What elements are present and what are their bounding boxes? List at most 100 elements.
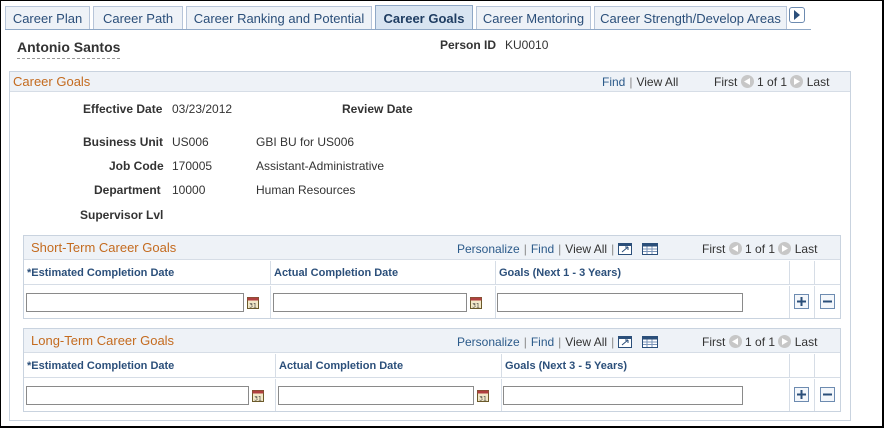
row-counter: 1 of 1 [745, 335, 776, 349]
svg-text:31: 31 [472, 303, 480, 310]
career-goals-header: Career Goals Find | View All First 1 of 1 … [10, 72, 850, 92]
estimated-completion-date-input[interactable] [26, 293, 244, 312]
tab-scroll-right-button[interactable] [789, 7, 805, 23]
tab-career-mentoring[interactable]: Career Mentoring [476, 6, 591, 29]
download-spreadsheet-icon[interactable] [641, 243, 658, 258]
last-label[interactable]: Last [795, 242, 818, 256]
job-code-label: Job Code [109, 159, 164, 173]
business-unit-code: US006 [172, 135, 209, 149]
svg-text:31: 31 [254, 396, 262, 403]
next-arrow-icon[interactable] [778, 242, 792, 255]
col-estimated-completion-date[interactable]: *Estimated Completion Date [24, 261, 271, 285]
previous-arrow-icon[interactable] [728, 335, 742, 348]
zoom-grid-icon[interactable] [618, 336, 633, 351]
goals-input[interactable] [503, 386, 743, 405]
long-term-grid: Long-Term Career Goals Personalize | Find |… [23, 328, 841, 412]
first-label[interactable]: First [714, 75, 737, 89]
previous-arrow-icon[interactable] [740, 75, 754, 88]
personalize-link[interactable]: Personalize [457, 335, 520, 349]
next-arrow-icon[interactable] [778, 335, 792, 348]
download-spreadsheet-icon[interactable] [641, 336, 658, 351]
col-delete [815, 354, 840, 378]
business-unit-desc: GBI BU for US006 [256, 135, 355, 149]
previous-arrow-icon[interactable] [728, 242, 742, 255]
tab-career-strength[interactable]: Career Strength/Develop Areas [594, 6, 787, 29]
svg-text:31: 31 [479, 396, 487, 403]
col-estimated-completion-date[interactable]: *Estimated Completion Date [24, 354, 276, 378]
review-date-label: Review Date [342, 102, 413, 116]
goals-input[interactable] [497, 293, 743, 312]
find-link[interactable]: Find [531, 242, 554, 256]
long-term-title: Long-Term Career Goals [31, 333, 175, 348]
effective-date-label: Effective Date [83, 102, 163, 116]
supervisor-lvl-label: Supervisor Lvl [80, 208, 164, 222]
career-goals-title: Career Goals [13, 74, 91, 89]
delete-row-icon [823, 300, 832, 303]
col-delete [815, 261, 840, 285]
find-link[interactable]: Find [602, 75, 625, 89]
delete-row-button[interactable] [820, 294, 835, 309]
row-counter: 1 of 1 [757, 75, 788, 89]
job-code-code: 170005 [172, 159, 213, 173]
calendar-icon[interactable]: 31 [252, 389, 264, 402]
view-all-link[interactable]: View All [565, 335, 607, 349]
short-term-nav: Personalize | Find | View All | [457, 242, 658, 258]
col-add [790, 354, 815, 378]
add-row-icon [797, 297, 806, 306]
view-all-link[interactable]: View All [636, 75, 678, 89]
col-actual-completion-date[interactable]: Actual Completion Date [276, 354, 502, 378]
add-row-button[interactable] [794, 294, 809, 309]
col-goals[interactable]: Goals (Next 3 - 5 Years) [502, 354, 790, 378]
find-link[interactable]: Find [531, 335, 554, 349]
col-actual-completion-date[interactable]: Actual Completion Date [271, 261, 496, 285]
long-term-pager: First 1 of 1 Last [702, 335, 817, 349]
person-id-label: Person ID [440, 38, 497, 52]
short-term-header: Short-Term Career Goals Personalize | Find… [24, 236, 840, 260]
calendar-icon[interactable]: 31 [247, 296, 259, 309]
job-code-desc: Assistant-Administrative [256, 159, 385, 173]
row-counter: 1 of 1 [745, 242, 776, 256]
department-desc: Human Resources [256, 183, 356, 197]
zoom-grid-icon[interactable] [618, 243, 633, 258]
department-code: 10000 [172, 183, 206, 197]
actual-completion-date-input[interactable] [278, 386, 474, 405]
add-row-icon [797, 390, 806, 399]
tab-career-ranking[interactable]: Career Ranking and Potential [186, 6, 372, 29]
next-arrow-icon[interactable] [790, 75, 804, 88]
last-label[interactable]: Last [795, 335, 818, 349]
page-frame: Career Plan Career Path Career Ranking a… [0, 0, 884, 428]
short-term-grid: Short-Term Career Goals Personalize | Find… [23, 235, 841, 319]
estimated-completion-date-input[interactable] [26, 386, 249, 405]
last-label[interactable]: Last [807, 75, 830, 89]
department-label: Department [94, 183, 161, 197]
person-name: Antonio Santos [17, 39, 121, 59]
tab-career-path[interactable]: Career Path [93, 6, 183, 29]
long-term-header: Long-Term Career Goals Personalize | Find |… [24, 329, 840, 353]
svg-text:31: 31 [249, 303, 257, 310]
actual-completion-date-input[interactable] [273, 293, 467, 312]
career-goals-pager: First 1 of 1 Last [714, 75, 829, 89]
calendar-icon[interactable]: 31 [477, 389, 489, 402]
col-add [790, 261, 815, 285]
tab-career-plan[interactable]: Career Plan [5, 6, 90, 29]
first-label[interactable]: First [702, 335, 725, 349]
delete-row-button[interactable] [820, 387, 835, 402]
delete-row-icon [823, 393, 832, 396]
short-term-pager: First 1 of 1 Last [702, 242, 817, 256]
personalize-link[interactable]: Personalize [457, 242, 520, 256]
calendar-icon[interactable]: 31 [470, 296, 482, 309]
tab-underline [5, 29, 811, 30]
long-term-nav: Personalize | Find | View All | [457, 335, 658, 351]
business-unit-label: Business Unit [83, 135, 164, 149]
effective-date-value: 03/23/2012 [172, 102, 233, 116]
view-all-link[interactable]: View All [565, 242, 607, 256]
tab-career-goals[interactable]: Career Goals [375, 5, 473, 30]
add-row-button[interactable] [794, 387, 809, 402]
short-term-title: Short-Term Career Goals [31, 240, 177, 255]
col-goals[interactable]: Goals (Next 1 - 3 Years) [496, 261, 790, 285]
person-id-value: KU0010 [505, 38, 549, 52]
career-goals-group: Career Goals Find | View All First 1 of 1 … [9, 71, 851, 421]
career-goals-nav: Find | View All [602, 75, 679, 89]
chevron-right-icon [794, 10, 800, 20]
first-label[interactable]: First [702, 242, 725, 256]
